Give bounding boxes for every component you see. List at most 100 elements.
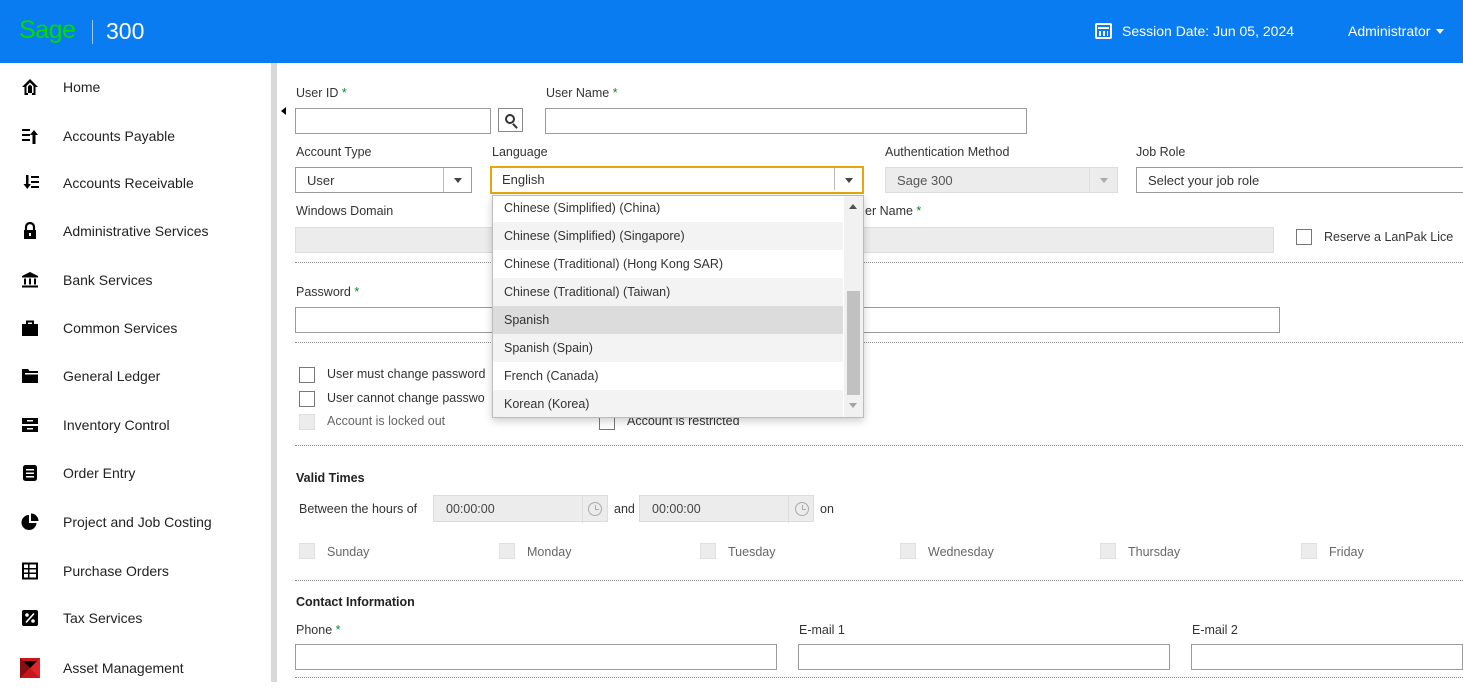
must-change-password-checkbox[interactable] — [299, 367, 315, 383]
user-id-finder-button[interactable] — [498, 108, 523, 132]
scroll-up-icon[interactable] — [849, 204, 857, 209]
reserve-lanpak-label: Reserve a LanPak Lice — [1324, 230, 1454, 244]
sidebar-item-purchase-orders[interactable]: Purchase Orders — [0, 551, 272, 591]
cannot-change-password-label: User cannot change passwo — [327, 391, 485, 405]
session-date-value: Jun 05, 2024 — [1213, 23, 1295, 39]
wednesday-checkbox — [900, 543, 916, 559]
home-icon — [20, 77, 40, 97]
chevron-down-icon — [1089, 168, 1117, 192]
divider — [295, 580, 1463, 581]
user-name-label: User Name * — [546, 86, 618, 100]
windows-domain-label: Windows Domain — [296, 204, 394, 218]
and-label: and — [614, 502, 635, 516]
clock-icon — [795, 502, 809, 516]
user-name-input[interactable] — [545, 108, 1027, 134]
language-option-highlighted[interactable]: Spanish — [493, 306, 843, 334]
sidebar-item-home[interactable]: Home — [0, 67, 272, 107]
language-select[interactable]: English — [490, 166, 864, 194]
on-label: on — [820, 502, 834, 516]
valid-times-title: Valid Times — [296, 471, 365, 485]
sidebar-item-general-ledger[interactable]: General Ledger — [0, 356, 272, 396]
language-option[interactable]: Chinese (Traditional) (Taiwan) — [493, 278, 843, 306]
start-time-input: 00:00:00 — [433, 495, 608, 523]
language-option[interactable]: Chinese (Simplified) (China) — [493, 196, 843, 222]
percent-icon — [20, 608, 40, 628]
purchase-orders-icon — [20, 561, 40, 581]
sunday-label: Sunday — [327, 545, 370, 559]
sidebar-item-common-services[interactable]: Common Services — [0, 308, 272, 348]
user-id-label: User ID * — [296, 86, 347, 100]
password-label: Password * — [296, 285, 360, 299]
scrollbar-thumb[interactable] — [847, 291, 860, 395]
top-bar: Sage 300 Session Date: Jun 05, 2024 Admi… — [0, 0, 1463, 63]
auth-method-select: Sage 300 — [885, 167, 1118, 193]
sidebar-item-administrative-services[interactable]: Administrative Services — [0, 211, 272, 251]
sidebar-item-accounts-payable[interactable]: Accounts Payable — [0, 116, 272, 156]
account-type-label: Account Type — [296, 145, 372, 159]
tuesday-checkbox — [700, 543, 716, 559]
accounts-payable-icon — [20, 126, 40, 146]
divider — [295, 445, 1463, 446]
language-option[interactable]: Chinese (Traditional) (Hong Kong SAR) — [493, 250, 843, 278]
monday-checkbox — [499, 543, 515, 559]
session-date[interactable]: Session Date: Jun 05, 2024 — [1095, 23, 1294, 39]
divider — [295, 262, 1463, 263]
end-time-input: 00:00:00 — [639, 495, 814, 523]
briefcase-icon — [20, 318, 40, 338]
sidebar-item-accounts-receivable[interactable]: Accounts Receivable — [0, 163, 272, 203]
user-name: Administrator — [1348, 23, 1431, 39]
monday-label: Monday — [527, 545, 572, 559]
sidebar: Home Accounts Payable Accounts Receivabl… — [0, 63, 272, 682]
user-id-input[interactable] — [295, 108, 491, 134]
account-type-select[interactable]: User — [295, 167, 472, 193]
reserve-lanpak-checkbox[interactable] — [1296, 229, 1312, 245]
folder-icon — [20, 366, 40, 386]
language-option[interactable]: French (Canada) — [493, 362, 843, 390]
asset-management-icon — [20, 658, 40, 678]
accounts-receivable-icon — [20, 173, 40, 193]
account-locked-label: Account is locked out — [327, 414, 446, 428]
sidebar-item-tax-services[interactable]: Tax Services — [0, 598, 272, 638]
sidebar-splitter[interactable] — [271, 63, 277, 682]
job-role-label: Job Role — [1136, 145, 1186, 159]
cannot-change-password-checkbox[interactable] — [299, 391, 315, 407]
language-option[interactable]: Spanish (Spain) — [493, 334, 843, 362]
tuesday-label: Tuesday — [728, 545, 776, 559]
confirm-password-input[interactable] — [862, 307, 1280, 333]
email2-input[interactable] — [1191, 644, 1463, 670]
windows-domain-input — [295, 227, 495, 253]
scroll-down-icon[interactable] — [849, 403, 857, 408]
windows-user-name-input — [862, 227, 1274, 253]
chevron-down-icon — [443, 168, 471, 192]
language-dropdown-list: Chinese (Simplified) (China) Chinese (Si… — [492, 195, 864, 418]
sidebar-item-bank-services[interactable]: Bank Services — [0, 260, 272, 300]
chevron-left-icon — [281, 107, 286, 115]
thursday-checkbox — [1100, 543, 1116, 559]
dropdown-scrollbar[interactable] — [844, 196, 863, 417]
wednesday-label: Wednesday — [928, 545, 994, 559]
sage-logo: Sage — [19, 16, 76, 44]
phone-input[interactable] — [295, 644, 777, 670]
email1-input[interactable] — [798, 644, 1170, 670]
account-locked-checkbox — [299, 414, 315, 430]
sidebar-item-asset-management[interactable]: Asset Management — [0, 648, 272, 688]
password-input[interactable] — [295, 307, 495, 333]
product-name: 300 — [106, 18, 145, 44]
job-role-select[interactable]: Select your job role — [1136, 167, 1463, 193]
sidebar-item-order-entry[interactable]: Order Entry — [0, 453, 272, 493]
email1-label: E-mail 1 — [799, 623, 845, 637]
divider — [295, 342, 1463, 343]
sidebar-item-inventory-control[interactable]: Inventory Control — [0, 405, 272, 445]
sidebar-item-project-and-job-costing[interactable]: Project and Job Costing — [0, 502, 272, 542]
sunday-checkbox — [299, 543, 315, 559]
user-menu[interactable]: Administrator — [1348, 23, 1445, 39]
chevron-down-icon — [834, 168, 862, 190]
bank-icon — [20, 270, 40, 290]
thursday-label: Thursday — [1128, 545, 1181, 559]
language-option[interactable]: Chinese (Simplified) (Singapore) — [493, 222, 843, 250]
language-option[interactable]: Korean (Korea) — [493, 390, 843, 417]
email2-label: E-mail 2 — [1192, 623, 1238, 637]
auth-method-label: Authentication Method — [885, 145, 1010, 159]
language-label: Language — [492, 145, 548, 159]
pie-chart-icon — [20, 512, 40, 532]
